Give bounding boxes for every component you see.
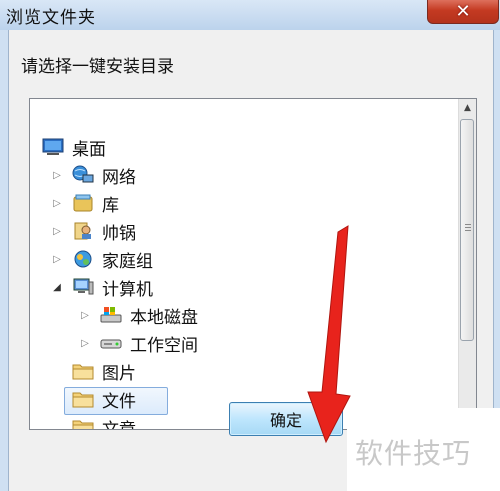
tree-item-label: 工作空间 [130,335,198,356]
folder-icon [72,361,94,381]
expand-arrow-icon[interactable]: ▷ [80,309,90,321]
scroll-thumb[interactable] [460,119,474,341]
close-icon: ✕ [455,0,471,22]
folder-icon [72,417,94,429]
tree-item-library[interactable]: ▷ 库 [30,191,450,216]
network-icon [72,165,94,185]
tree-item-homegroup[interactable]: ▷ 家庭组 [30,247,450,272]
tree-item-label: 图片 [102,363,136,384]
homegroup-icon [72,249,94,269]
desktop-icon [42,137,64,157]
ok-button[interactable]: 确定 [229,402,343,436]
tree-item-label: 帅锅 [102,223,136,244]
expand-arrow-icon[interactable]: ▷ [52,197,62,209]
tree-item-network[interactable]: ▷ 网络 [30,163,450,188]
scroll-up-icon[interactable]: ▲ [459,99,476,116]
tree-item-desktop[interactable]: 桌面 [30,135,450,160]
tree-item-label: 桌面 [72,139,106,160]
user-folder-icon [72,221,94,241]
collapse-arrow-icon[interactable]: ◢ [52,281,62,293]
expand-arrow-icon[interactable]: ▷ [52,225,62,237]
local-disk-icon [100,305,122,325]
tree-item-local-disk[interactable]: ▷ 本地磁盘 [30,303,450,328]
watermark: 软件技巧 [347,408,500,491]
close-button[interactable]: ✕ [427,0,499,24]
computer-icon [72,277,94,297]
folder-tree[interactable]: 桌面 ▷ 网络 ▷ 库 ▷ 帅锅 ▷ 家庭组 ◢ 计算机 ▷ 本地磁盘 ▷ 工作… [29,98,477,430]
tree-item-user[interactable]: ▷ 帅锅 [30,219,450,244]
browse-folder-dialog: 浏览文件夹 ✕ 请选择一键安装目录 桌面 ▷ 网络 ▷ 库 ▷ 帅锅 ▷ 家庭组… [0,0,500,491]
tree-item-label: 本地磁盘 [130,307,198,328]
dialog-title: 浏览文件夹 [6,8,96,28]
instruction-text: 请选择一键安装目录 [21,57,174,77]
drive-icon [100,333,122,353]
tree-item-pictures[interactable]: 图片 [30,359,450,384]
watermark-text: 软件技巧 [355,437,472,470]
folder-icon [72,389,94,409]
tree-item-label: 文章 [102,419,136,430]
title-bar: 浏览文件夹 ✕ [0,0,500,30]
expand-arrow-icon[interactable]: ▷ [52,253,62,265]
tree-item-label: 家庭组 [102,251,153,272]
tree-item-label: 库 [102,195,119,216]
vertical-scrollbar[interactable]: ▲ ▼ [458,99,476,429]
tree-item-computer[interactable]: ◢ 计算机 [30,275,450,300]
expand-arrow-icon[interactable]: ▷ [52,169,62,181]
tree-item-label: 文件 [102,391,136,412]
tree-item-label: 计算机 [102,279,153,300]
tree-item-workspace[interactable]: ▷ 工作空间 [30,331,450,356]
tree-item-label: 网络 [102,167,136,188]
expand-arrow-icon[interactable]: ▷ [80,337,90,349]
library-icon [72,193,94,213]
